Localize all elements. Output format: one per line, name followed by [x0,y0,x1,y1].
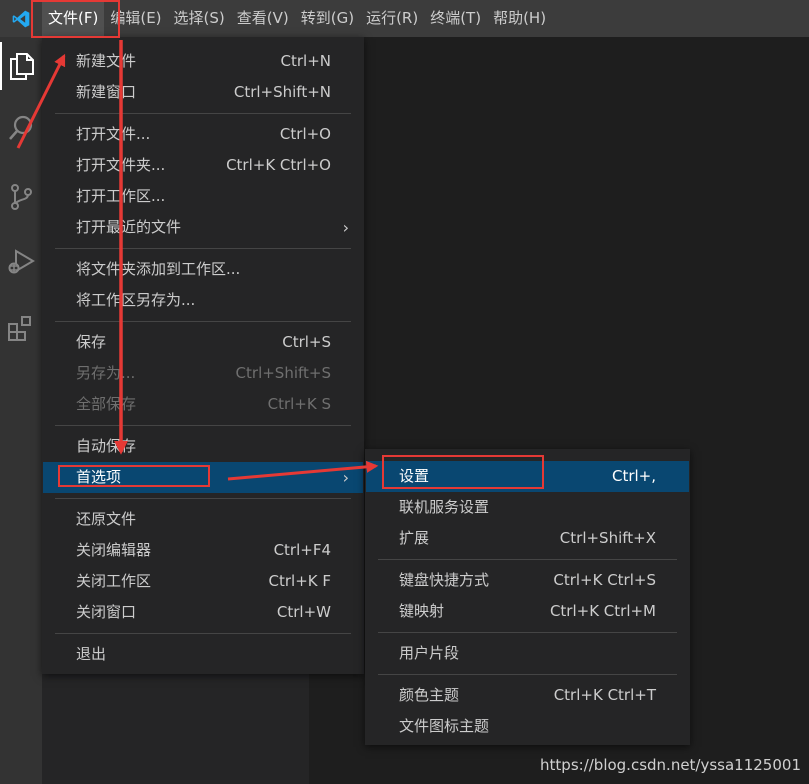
menubar-item-2[interactable]: 选择(S) [168,0,231,37]
menu-item[interactable]: 扩展 Ctrl+Shift+X [366,523,689,554]
menu-item-shortcut: Ctrl+, [611,467,656,485]
menu-item[interactable]: 关闭工作区 Ctrl+K F [43,566,363,597]
menu-item-shortcut: Ctrl+K F [268,572,332,590]
menu-item[interactable]: 还原文件 [43,504,363,535]
menubar-item-4[interactable]: 转到(G) [295,0,360,37]
menu-separator [378,632,677,633]
menu-item[interactable]: 将工作区另存为... [43,285,363,316]
menu-separator [378,674,677,675]
menu-item[interactable]: 新建文件 Ctrl+N [43,46,363,77]
menu-item-label: 扩展 [399,529,430,547]
menu-separator [55,113,351,114]
menu-item[interactable]: 设置 Ctrl+, [366,461,689,492]
search-icon[interactable] [0,104,42,152]
menu-item-label: 设置 [399,467,430,485]
menubar-item-7[interactable]: 帮助(H) [487,0,552,37]
menu-item-label: 文件图标主题 [399,717,490,735]
menu-item-label: 打开文件夹... [76,156,166,174]
menu-item[interactable]: 关闭编辑器 Ctrl+F4 [43,535,363,566]
menu-item[interactable]: 保存 Ctrl+S [43,327,363,358]
extensions-icon[interactable] [0,304,42,352]
menubar-item-3[interactable]: 查看(V) [231,0,295,37]
menu-item-shortcut: Ctrl+F4 [273,541,331,559]
menu-item[interactable]: 打开工作区... [43,181,363,212]
menu-item[interactable]: 自动保存 [43,431,363,462]
menu-item-shortcut: Ctrl+K Ctrl+M [549,602,656,620]
menu-item: 全部保存 Ctrl+K S [43,389,363,420]
menu-item-shortcut: Ctrl+S [282,333,331,351]
menu-item-label: 新建窗口 [76,83,137,101]
menu-item-shortcut: Ctrl+K Ctrl+T [553,686,656,704]
menu-item[interactable]: 新建窗口 Ctrl+Shift+N [43,77,363,108]
menu-item-label: 打开文件... [76,125,151,143]
file-menu: 新建文件 Ctrl+N 新建窗口 Ctrl+Shift+N 打开文件... Ctrl+O 打… [42,37,364,674]
vscode-logo-icon [0,0,42,37]
menu-item[interactable]: 首选项 › [43,462,363,493]
menu-item-label: 用户片段 [399,644,460,662]
menu-separator [55,321,351,322]
menu-item-shortcut: Ctrl+N [280,52,331,70]
files-icon[interactable] [0,42,42,90]
menu-item[interactable]: 退出 [43,639,363,670]
menu-item: 另存为... Ctrl+Shift+S [43,358,363,389]
menu-item[interactable]: 用户片段 [366,638,689,669]
chevron-right-icon: › [342,468,349,487]
menu-item[interactable]: 打开最近的文件 › [43,212,363,243]
menu-item[interactable]: 联机服务设置 [366,492,689,523]
menu-item-label: 关闭编辑器 [76,541,152,559]
menubar-item-6[interactable]: 终端(T) [424,0,487,37]
menu-item[interactable]: 文件图标主题 [366,711,689,742]
menu-item-label: 颜色主题 [399,686,460,704]
menu-item-label: 键映射 [399,602,445,620]
menu-item-label: 将文件夹添加到工作区... [76,260,241,278]
menu-separator [55,633,351,634]
menu-item-label: 将工作区另存为... [76,291,196,309]
menu-separator [378,559,677,560]
run-debug-icon[interactable] [0,238,42,286]
menu-item-shortcut: Ctrl+K Ctrl+O [226,156,331,174]
menu-item-shortcut: Ctrl+K S [267,395,331,413]
menu-item-label: 首选项 [76,468,122,486]
menu-item[interactable]: 将文件夹添加到工作区... [43,254,363,285]
menubar-item-0[interactable]: 文件(F) [42,0,105,37]
menu-separator [55,425,351,426]
menu-item-shortcut: Ctrl+O [279,125,331,143]
menu-separator [55,498,351,499]
menu-item-label: 保存 [76,333,107,351]
menu-item[interactable]: 打开文件... Ctrl+O [43,119,363,150]
preferences-submenu: 设置 Ctrl+, 联机服务设置 扩展 Ctrl+Shift+X 键盘快捷方式 Ctrl+K… [365,449,690,745]
menu-item-label: 自动保存 [76,437,137,455]
watermark: https://blog.csdn.net/yssa1125001 [540,756,801,774]
menu-item-shortcut: Ctrl+K Ctrl+S [553,571,656,589]
menu-item-label: 关闭窗口 [76,603,137,621]
menu-item-label: 全部保存 [76,395,137,413]
menubar-item-1[interactable]: 编辑(E) [104,0,167,37]
title-bar: 文件(F) 编辑(E) 选择(S) 查看(V) 转到(G) 运行(R) 终端(T) 帮助(H) [0,0,809,37]
menu-item[interactable]: 颜色主题 Ctrl+K Ctrl+T [366,680,689,711]
activity-bar [0,37,42,784]
menu-item-label: 另存为... [76,364,136,382]
menu-item-label: 还原文件 [76,510,137,528]
menu-separator [55,248,351,249]
menubar-item-5[interactable]: 运行(R) [360,0,424,37]
menu-item[interactable]: 关闭窗口 Ctrl+W [43,597,363,628]
menu-item-shortcut: Ctrl+Shift+S [235,364,331,382]
menu-item-label: 新建文件 [76,52,137,70]
menu-item-label: 退出 [76,645,107,663]
menu-item-label: 键盘快捷方式 [399,571,490,589]
chevron-right-icon: › [342,218,349,237]
menu-item[interactable]: 键映射 Ctrl+K Ctrl+M [366,596,689,627]
menu-item-label: 打开工作区... [76,187,166,205]
menu-item-shortcut: Ctrl+Shift+N [233,83,331,101]
menu-item-label: 打开最近的文件 [76,218,182,236]
menu-bar: 文件(F) 编辑(E) 选择(S) 查看(V) 转到(G) 运行(R) 终端(T) 帮助(H) [42,0,552,37]
menu-item-shortcut: Ctrl+Shift+X [559,529,656,547]
menu-item[interactable]: 键盘快捷方式 Ctrl+K Ctrl+S [366,565,689,596]
menu-item[interactable]: 打开文件夹... Ctrl+K Ctrl+O [43,150,363,181]
menu-item-label: 联机服务设置 [399,498,490,516]
menu-item-shortcut: Ctrl+W [276,603,331,621]
source-control-icon[interactable] [0,173,42,221]
menu-item-label: 关闭工作区 [76,572,152,590]
